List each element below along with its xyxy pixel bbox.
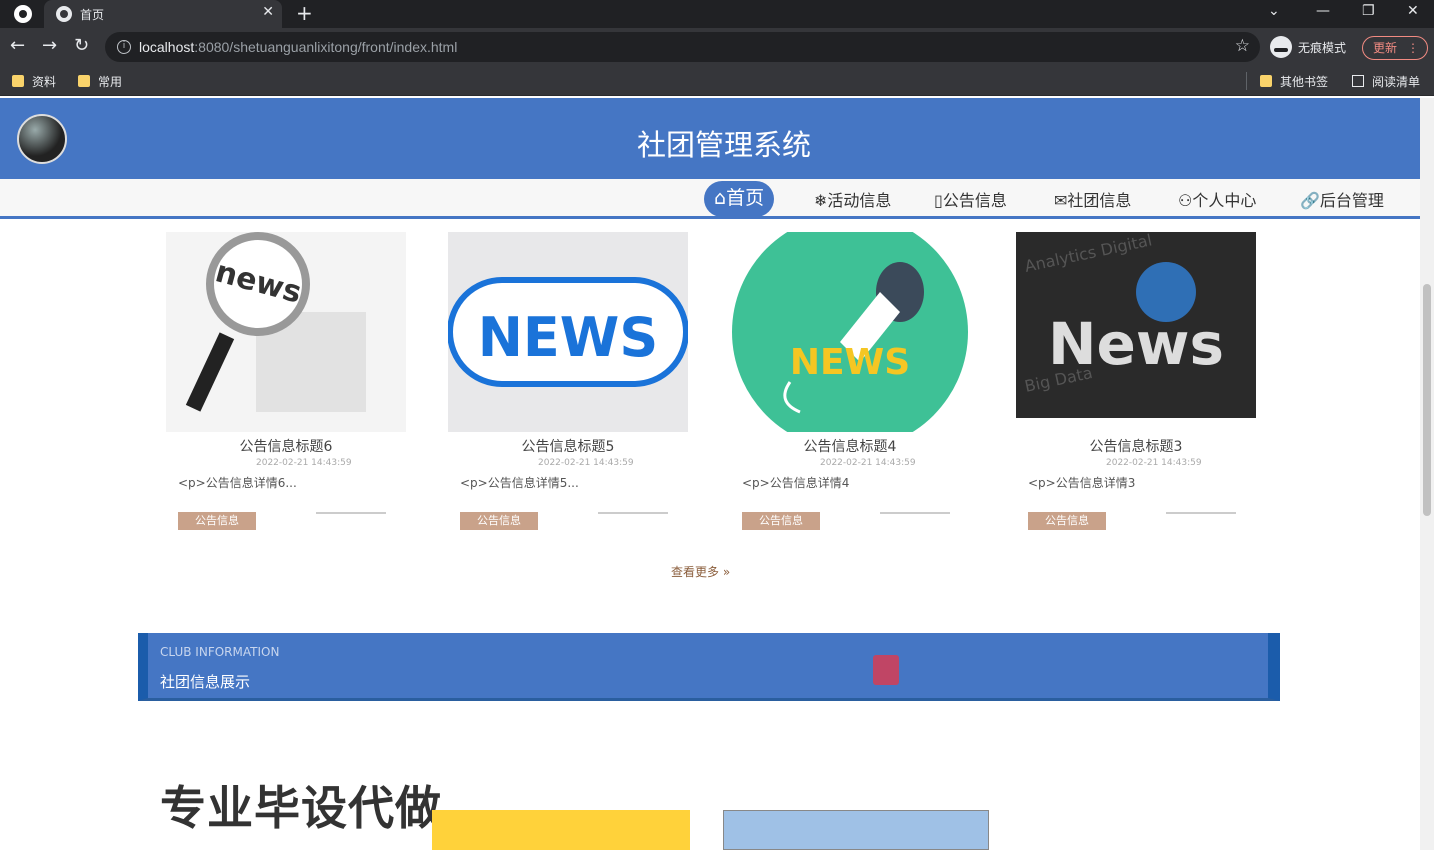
nav-profile[interactable]: ⚇个人中心 <box>1178 187 1256 211</box>
page-scrollbar[interactable] <box>1420 98 1434 850</box>
nav-home[interactable]: ⌂首页 <box>704 181 775 217</box>
svg-text:NEWS: NEWS <box>790 342 910 383</box>
restore-icon[interactable]: ❐ <box>1362 3 1375 19</box>
news-detail-button[interactable]: 公告信息 <box>742 512 820 530</box>
news-card[interactable]: news 公告信息标题6 2022-02-21 14:43:59 <p>公告信息… <box>166 232 406 542</box>
info-icon[interactable]: i <box>117 40 131 54</box>
nav-admin[interactable]: 🔗后台管理 <box>1300 187 1384 211</box>
window-close-icon[interactable]: ✕ <box>1407 3 1419 19</box>
news-title[interactable]: 公告信息标题3 <box>1016 436 1256 456</box>
news-stat <box>598 512 668 514</box>
news-card[interactable]: NEWS 公告信息标题5 2022-02-21 14:43:59 <p>公告信息… <box>448 232 688 542</box>
browser-tab[interactable]: 首页 ✕ <box>44 0 282 28</box>
home-icon: ⌂ <box>714 187 727 209</box>
reload-icon[interactable]: ↻ <box>74 36 89 56</box>
address-bar[interactable]: i localhost:8080/shetuanguanlixitong/fro… <box>105 32 1260 62</box>
browser-toolbar: ← → ↻ i localhost:8080/shetuanguanlixito… <box>0 28 1434 66</box>
cursor-highlight <box>873 655 899 685</box>
scrollbar-thumb[interactable] <box>1423 284 1431 516</box>
update-button[interactable]: 更新 ⋮ <box>1362 36 1428 60</box>
incognito-label: 无痕模式 <box>1298 41 1347 55</box>
main-nav: ⌂首页 ❄活动信息 ▯公告信息 ✉社团信息 ⚇个人中心 🔗后台管理 <box>0 179 1420 219</box>
news-stat <box>880 512 950 514</box>
news-stat <box>316 512 386 514</box>
bookmark-folder-ziliao[interactable]: 资料 <box>12 73 56 90</box>
new-tab-icon[interactable]: + <box>296 1 313 25</box>
mail-icon: ✉ <box>1054 191 1068 210</box>
news-image[interactable]: news <box>166 232 406 432</box>
incognito-icon <box>1270 36 1292 58</box>
news-stat <box>1166 512 1236 514</box>
link-icon: 🔗 <box>1300 191 1320 210</box>
news-date: 2022-02-21 14:43:59 <box>820 458 916 468</box>
double-chevron-right-icon: » <box>722 565 731 579</box>
news-date: 2022-02-21 14:43:59 <box>538 458 634 468</box>
bookmark-separator <box>1246 72 1247 90</box>
news-desc: <p>公告信息详情4 <box>742 476 850 490</box>
folder-icon <box>1260 75 1272 87</box>
site-title: 社团管理系统 <box>636 128 811 162</box>
tab-title: 首页 <box>80 8 105 22</box>
view-more-link[interactable]: 查看更多 » <box>671 563 730 580</box>
site-header: 社团管理系统 <box>0 98 1420 179</box>
news-title[interactable]: 公告信息标题6 <box>166 436 406 456</box>
news-image[interactable]: NEWS <box>448 232 688 432</box>
news-card[interactable]: Analytics Digital Big Data News 公告信息标题3 … <box>1016 232 1256 542</box>
news-image[interactable]: Analytics Digital Big Data News <box>1016 232 1256 418</box>
news-detail-button[interactable]: 公告信息 <box>178 512 256 530</box>
forward-icon[interactable]: → <box>42 36 57 56</box>
clipboard-icon: ▯ <box>934 191 943 210</box>
promo-image-blue[interactable] <box>723 810 989 850</box>
news-date: 2022-02-21 14:43:59 <box>1106 458 1202 468</box>
minimize-icon[interactable]: — <box>1316 3 1330 19</box>
club-info-banner: CLUB INFORMATION 社团信息展示 <box>138 633 1280 701</box>
banner-title: 社团信息展示 <box>160 673 251 691</box>
close-tab-icon[interactable]: ✕ <box>262 4 274 20</box>
news-detail-button[interactable]: 公告信息 <box>460 512 538 530</box>
folder-icon <box>12 75 24 87</box>
globe-icon <box>56 6 72 22</box>
news-title[interactable]: 公告信息标题4 <box>730 436 970 456</box>
bookmark-star-icon[interactable]: ☆ <box>1235 36 1250 56</box>
bookmark-folder-changyong[interactable]: 常用 <box>78 73 122 90</box>
folder-icon <box>78 75 90 87</box>
snowflake-icon: ❄ <box>814 191 828 210</box>
bookmarks-bar: 资料 常用 其他书签 阅读清单 <box>0 66 1434 96</box>
web-page: 社团管理系统 ⌂首页 ❄活动信息 ▯公告信息 ✉社团信息 ⚇个人中心 🔗后台管理… <box>0 96 1434 850</box>
other-bookmarks[interactable]: 其他书签 <box>1260 73 1328 90</box>
promo-image-yellow[interactable] <box>432 810 690 850</box>
browser-logo-icon <box>14 5 32 23</box>
nav-club[interactable]: ✉社团信息 <box>1054 187 1131 211</box>
news-card[interactable]: NEWS 公告信息标题4 2022-02-21 14:43:59 <p>公告信息… <box>730 232 970 542</box>
news-image[interactable]: NEWS <box>730 232 970 432</box>
news-date: 2022-02-21 14:43:59 <box>256 458 352 468</box>
incognito-indicator[interactable]: 无痕模式 <box>1270 34 1356 60</box>
news-detail-button[interactable]: 公告信息 <box>1028 512 1106 530</box>
promo-text: 专业毕设代做 <box>160 781 442 835</box>
nav-activity[interactable]: ❄活动信息 <box>814 187 891 211</box>
news-desc: <p>公告信息详情5... <box>460 476 579 490</box>
browser-tab-bar: 首页 ✕ + ⌄ — ❐ ✕ <box>0 0 1434 28</box>
news-desc: <p>公告信息详情6... <box>178 476 297 490</box>
reading-list[interactable]: 阅读清单 <box>1352 73 1420 90</box>
nav-notice[interactable]: ▯公告信息 <box>934 187 1007 211</box>
tab-search-icon[interactable]: ⌄ <box>1268 3 1280 19</box>
menu-dots-icon: ⋮ <box>1407 41 1419 55</box>
svg-text:News: News <box>1048 310 1224 378</box>
url-text: localhost:8080/shetuanguanlixitong/front… <box>139 39 458 55</box>
update-label: 更新 <box>1373 41 1398 55</box>
news-section: news 公告信息标题6 2022-02-21 14:43:59 <p>公告信息… <box>138 219 1280 603</box>
banner-subtitle: CLUB INFORMATION <box>160 645 280 659</box>
svg-text:NEWS: NEWS <box>478 306 659 369</box>
news-title[interactable]: 公告信息标题5 <box>448 436 688 456</box>
news-desc: <p>公告信息详情3 <box>1028 476 1136 490</box>
reading-list-icon <box>1352 75 1364 87</box>
back-icon[interactable]: ← <box>10 36 25 56</box>
user-icon: ⚇ <box>1178 191 1193 210</box>
